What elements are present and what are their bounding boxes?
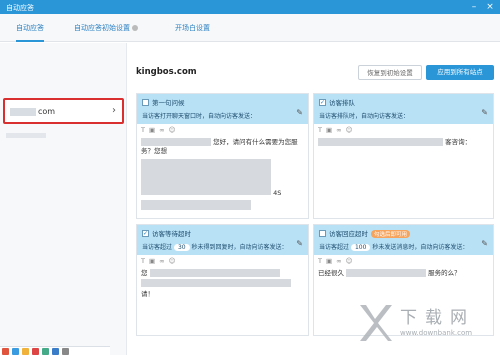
- card-toolbar: T ▣ ∞ ☺: [141, 257, 175, 265]
- watermark: 下载网 www.downbank.com: [356, 301, 496, 349]
- watermark-url: www.downbank.com: [400, 329, 473, 337]
- app-icon[interactable]: [32, 348, 39, 355]
- emoji-icon[interactable]: ☺: [169, 126, 176, 134]
- card-message[interactable]: 您好，请问有什么需要为您服务？您想 4S: [141, 138, 304, 213]
- edit-icon[interactable]: ✎: [481, 108, 488, 117]
- info-icon: [132, 25, 138, 31]
- card-toolbar: T ▣ ∞ ☺: [318, 257, 352, 265]
- sidebar-item-site[interactable]: com ›: [3, 98, 124, 124]
- sidebar-item-label: com: [38, 107, 56, 116]
- app-icon[interactable]: [22, 348, 29, 355]
- card-toolbar: T ▣ ∞ ☺: [318, 126, 352, 134]
- card-title: 访客回应超时 勾选后即可用: [329, 228, 411, 238]
- edit-icon[interactable]: ✎: [296, 108, 303, 117]
- card-message[interactable]: 您 请！: [141, 269, 304, 299]
- timeout-seconds-input[interactable]: 100: [350, 244, 371, 251]
- page-title: kingbos.com: [136, 67, 197, 77]
- reset-button[interactable]: 恢复到初始设置: [358, 65, 422, 80]
- card-title: 访客排队: [329, 99, 355, 107]
- app-icon[interactable]: [62, 348, 69, 355]
- app-icon[interactable]: [42, 348, 49, 355]
- tab-auto-reply-initial-settings[interactable]: 自动应答初始设置: [74, 14, 138, 42]
- emoji-icon[interactable]: ☺: [346, 257, 353, 265]
- card-message[interactable]: 客咨询：: [318, 138, 489, 147]
- minimize-icon[interactable]: –: [468, 1, 480, 13]
- card-message[interactable]: 已经很久 服务的么？: [318, 269, 489, 278]
- image-icon[interactable]: ▣: [149, 126, 155, 134]
- card-header: ✓ 访客排队 当访客排队时，自动向访客发送： ✎: [314, 94, 493, 124]
- card-description: 当访客打开聊天窗口时，自动向访客发送：: [142, 113, 257, 120]
- tab-bar: 自动应答 自动应答初始设置 开场白设置: [0, 14, 500, 42]
- app-icon[interactable]: [52, 348, 59, 355]
- text-format-icon[interactable]: T: [318, 126, 322, 134]
- card-first-greeting: 第一句问候 当访客打开聊天窗口时，自动向访客发送： ✎ T ▣ ∞ ☺ 您好，请…: [136, 93, 309, 219]
- card-toolbar: T ▣ ∞ ☺: [141, 126, 175, 134]
- redacted-item: [6, 133, 46, 138]
- edit-icon[interactable]: ✎: [296, 239, 303, 248]
- image-icon[interactable]: ▣: [326, 126, 332, 134]
- card-header: 访客回应超时 勾选后即可用 当访客超过 100 秒未发送消息时，自动向访客发送： …: [314, 225, 493, 255]
- chevron-right-icon: ›: [112, 105, 116, 116]
- window-titlebar: 自动应答 – ×: [0, 0, 500, 14]
- image-icon[interactable]: ▣: [149, 257, 155, 265]
- card-header: ✓ 访客等待超时 当访客超过 30 秒未得到回复时，自动向访客发送： ✎: [137, 225, 308, 255]
- window-title: 自动应答: [6, 4, 34, 12]
- sidebar: com ›: [0, 43, 127, 355]
- link-icon[interactable]: ∞: [336, 257, 341, 265]
- card-title: 访客等待超时: [152, 230, 191, 238]
- window-controls: – ×: [468, 1, 496, 13]
- emoji-icon[interactable]: ☺: [346, 126, 353, 134]
- app-icon[interactable]: [12, 348, 19, 355]
- card-description: 当访客超过 30 秒未得到回复时，自动向访客发送：: [142, 244, 288, 251]
- text-format-icon[interactable]: T: [141, 126, 145, 134]
- card-title: 第一句问候: [152, 99, 185, 107]
- card-description: 当访客排队时，自动向访客发送：: [319, 113, 410, 120]
- text-format-icon[interactable]: T: [318, 257, 322, 265]
- card-visitor-wait-timeout: ✓ 访客等待超时 当访客超过 30 秒未得到回复时，自动向访客发送： ✎ T ▣…: [136, 224, 309, 336]
- card-header: 第一句问候 当访客打开聊天窗口时，自动向访客发送： ✎: [137, 94, 308, 124]
- app-icon[interactable]: [2, 348, 9, 355]
- card-checkbox[interactable]: ✓: [319, 99, 326, 106]
- link-icon[interactable]: ∞: [159, 126, 164, 134]
- link-icon[interactable]: ∞: [159, 257, 164, 265]
- text-format-icon[interactable]: T: [141, 257, 145, 265]
- timeout-seconds-input[interactable]: 30: [173, 244, 190, 251]
- close-icon[interactable]: ×: [484, 1, 496, 13]
- status-badge: 勾选后即可用: [371, 230, 411, 238]
- card-checkbox[interactable]: [142, 99, 149, 106]
- taskbar: [0, 346, 110, 355]
- watermark-text: 下载网: [400, 308, 475, 328]
- card-checkbox[interactable]: [319, 230, 326, 237]
- card-checkbox[interactable]: ✓: [142, 230, 149, 237]
- card-visitor-queue: ✓ 访客排队 当访客排队时，自动向访客发送： ✎ T ▣ ∞ ☺ 客咨询：: [313, 93, 494, 219]
- tab-auto-reply[interactable]: 自动应答: [16, 14, 44, 42]
- link-icon[interactable]: ∞: [336, 126, 341, 134]
- redacted-site-name: [10, 108, 36, 116]
- edit-icon[interactable]: ✎: [481, 239, 488, 248]
- watermark-logo-icon: [360, 305, 392, 341]
- emoji-icon[interactable]: ☺: [169, 257, 176, 265]
- tab-opening-settings[interactable]: 开场白设置: [175, 14, 210, 42]
- card-description: 当访客超过 100 秒未发送消息时，自动向访客发送：: [319, 244, 469, 251]
- apply-all-button[interactable]: 应用到所有站点: [426, 65, 494, 80]
- image-icon[interactable]: ▣: [326, 257, 332, 265]
